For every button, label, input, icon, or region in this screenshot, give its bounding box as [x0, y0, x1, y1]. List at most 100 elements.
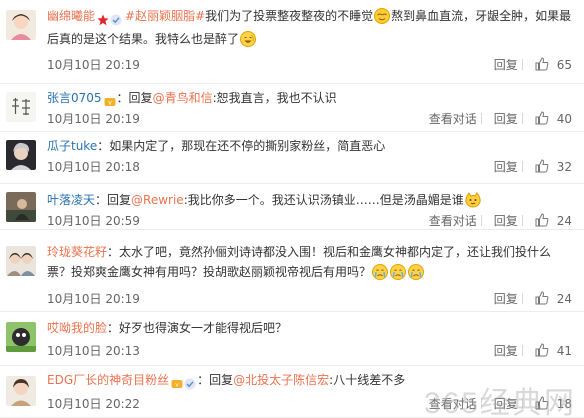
red-star-icon	[97, 14, 109, 25]
comment-actions: 回复 65	[490, 56, 572, 73]
cat-emoji-icon	[465, 192, 481, 208]
mention-link[interactable]: @北投太子陈信宏	[233, 373, 329, 387]
username[interactable]: 玲珑葵花籽	[47, 245, 107, 259]
comment-item: 瓜子tuke：如果内定了，那现在还不停的撕别家粉丝，简直恶心 10月10日 20…	[0, 132, 584, 184]
timestamp: 10月10日 20:22	[47, 397, 140, 411]
reply-button[interactable]: 回复	[494, 58, 518, 72]
avatar[interactable]	[6, 10, 36, 40]
comment-feed: 幽绵曦能 #赵丽颖胭脂#我们为了投票整夜整夜的不睡觉 熬到鼻血直流，牙龈全肿，如果最…	[0, 0, 584, 418]
like-button[interactable]: 24	[535, 213, 572, 228]
like-button[interactable]: 65	[535, 57, 572, 72]
user-badges: v	[104, 91, 117, 111]
view-conversation-button[interactable]: 查看对话	[429, 214, 477, 228]
comment-actions: 查看对话 回复 40	[425, 110, 572, 127]
comment-body: 瓜子tuke：如果内定了，那现在还不停的撕别家粉丝，简直恶心	[47, 136, 574, 156]
topic-tag[interactable]: #赵丽颖胭脂#	[125, 9, 205, 23]
comment-actions: 回复 41	[490, 342, 572, 359]
reply-button[interactable]: 回复	[494, 292, 518, 306]
mention-link[interactable]: @Rewrie	[131, 193, 184, 207]
avatar[interactable]	[6, 376, 36, 406]
avatar[interactable]	[6, 140, 36, 170]
comment-text: ：好歹也得演女一才能得视后吧？	[107, 321, 288, 335]
thumbs-up-icon	[535, 57, 549, 71]
timestamp: 10月10日 20:18	[47, 160, 140, 174]
user-badges: v	[171, 373, 197, 393]
divider	[480, 113, 482, 124]
like-button[interactable]: 32	[535, 159, 572, 174]
username[interactable]: 哎呦我的脸	[47, 321, 107, 335]
avatar[interactable]	[6, 246, 36, 276]
reply-button[interactable]: 回复	[494, 112, 518, 126]
comment-body: 叶落凌天：回复@Rewrie:我比你多一个。我还认识汤镇业……但是汤晶媚是谁	[47, 190, 574, 210]
avatar[interactable]	[6, 92, 36, 122]
smile-emoji-icon	[374, 8, 391, 24]
thumbs-up-icon	[535, 343, 549, 357]
thumbs-up-icon	[535, 291, 549, 305]
comment-item: 叶落凌天：回复@Rewrie:我比你多一个。我还认识汤镇业……但是汤晶媚是谁 1…	[0, 184, 584, 230]
comment-body: 张言0705 v ：回复@青鸟和信:恕我直言，我也不认识	[47, 88, 574, 111]
like-button[interactable]: 41	[535, 343, 572, 358]
like-count: 40	[556, 112, 572, 126]
reply-prefix: ：回复	[116, 91, 153, 105]
vip-icon: v	[171, 379, 183, 388]
divider	[521, 293, 523, 304]
comment-text: :恕我直言，我也不认识	[212, 91, 337, 105]
reply-prefix: ：回复	[197, 373, 234, 387]
comment-body: 幽绵曦能 #赵丽颖胭脂#我们为了投票整夜整夜的不睡觉 熬到鼻血直流，牙龈全肿，如果最…	[47, 6, 574, 49]
member-icon	[184, 378, 196, 389]
timestamp: 10月10日 20:19	[47, 58, 140, 72]
like-count: 24	[556, 214, 572, 228]
avatar[interactable]	[6, 322, 36, 352]
laugh-emoji-icon	[240, 31, 257, 47]
username[interactable]: 幽绵曦能	[47, 9, 95, 23]
username[interactable]: 张言0705	[47, 91, 102, 105]
comment-text: ：如果内定了，那现在还不停的撕别家粉丝，简直恶心	[97, 139, 386, 153]
vip-icon: v	[104, 97, 116, 106]
comment-actions: 回复 24	[490, 290, 572, 307]
timestamp: 10月10日 20:19	[47, 292, 140, 306]
mention-link[interactable]: @青鸟和信	[153, 91, 213, 105]
divider	[521, 59, 523, 70]
thumbs-up-icon	[535, 213, 549, 227]
reply-prefix: ：回复	[95, 193, 132, 207]
comment-item: 张言0705 v ：回复@青鸟和信:恕我直言，我也不认识 10月10日 20:19 …	[0, 84, 584, 132]
comment-item: 哎呦我的脸：好歹也得演女一才能得视后吧？ 10月10日 20:13 回复 41	[0, 312, 584, 366]
comment-item: 幽绵曦能 #赵丽颖胭脂#我们为了投票整夜整夜的不睡觉 熬到鼻血直流，牙龈全肿，如果最…	[0, 0, 584, 84]
divider	[521, 113, 523, 124]
svg-text:v: v	[175, 381, 179, 388]
username[interactable]: 叶落凌天	[47, 193, 95, 207]
comment-body: 哎呦我的脸：好歹也得演女一才能得视后吧？	[47, 318, 574, 338]
comment-text: ：太水了吧，竟然孙俪刘诗诗都没入围！视后和金鹰女神都内定了，还让我们投什么票？投…	[47, 245, 552, 279]
cry-emoji-icon	[372, 264, 389, 280]
thumbs-up-icon	[535, 159, 549, 173]
watermark: 365经典网	[423, 387, 576, 418]
comment-text: :我比你多一个。我还认识汤镇业……但是汤晶媚是谁	[183, 193, 464, 207]
view-conversation-button[interactable]: 查看对话	[429, 112, 477, 126]
like-count: 24	[556, 292, 572, 306]
cry-emoji-icon	[408, 264, 425, 280]
reply-button[interactable]: 回复	[494, 160, 518, 174]
timestamp: 10月10日 20:13	[47, 344, 140, 358]
username[interactable]: EDG厂长的神奇目粉丝	[47, 373, 169, 387]
comment-actions: 回复 32	[490, 158, 572, 175]
like-button[interactable]: 24	[535, 291, 572, 306]
username[interactable]: 瓜子tuke	[47, 139, 97, 153]
comment-text: :八十线差不多	[329, 373, 406, 387]
svg-text:v: v	[108, 99, 112, 106]
divider	[480, 215, 482, 226]
reply-button[interactable]: 回复	[494, 214, 518, 228]
avatar[interactable]	[6, 192, 36, 222]
comment-item: 玲珑葵花籽：太水了吧，竟然孙俪刘诗诗都没入围！视后和金鹰女神都内定了，还让我们投…	[0, 230, 584, 312]
timestamp: 10月10日 20:19	[47, 112, 140, 126]
timestamp: 10月10日 20:59	[47, 214, 140, 228]
like-count: 32	[556, 160, 572, 174]
member-icon	[110, 14, 122, 25]
thumbs-up-icon	[535, 111, 549, 125]
reply-button[interactable]: 回复	[494, 344, 518, 358]
divider	[521, 161, 523, 172]
comment-actions: 查看对话 回复 24	[425, 212, 572, 229]
divider	[521, 345, 523, 356]
comment-body: 玲珑葵花籽：太水了吧，竟然孙俪刘诗诗都没入围！视后和金鹰女神都内定了，还让我们投…	[47, 242, 574, 282]
cry-emoji-icon	[390, 264, 407, 280]
like-button[interactable]: 40	[535, 111, 572, 126]
